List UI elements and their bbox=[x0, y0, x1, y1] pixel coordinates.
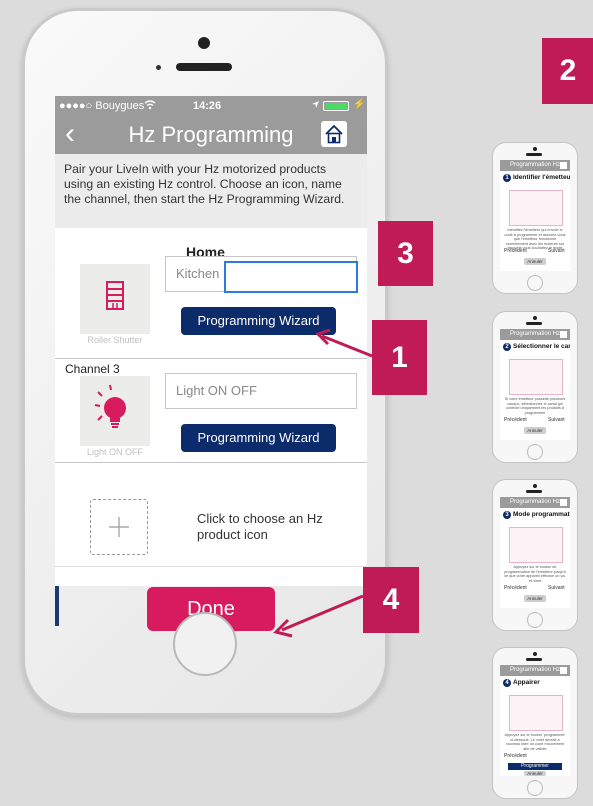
mini-heading-text: Identifier l'émetteur bbox=[513, 174, 570, 181]
mini-home-icon bbox=[560, 667, 567, 674]
mini-screen: Programmation Hz3Mode programmationAppuy… bbox=[500, 497, 570, 608]
mini-action-button[interactable]: Annuler bbox=[524, 258, 546, 265]
mini-phone-step-4: Programmation Hz 4 Appairer Appuyez sur le … bbox=[492, 647, 578, 799]
mini-illustration bbox=[509, 190, 563, 226]
mini-screen: Programmation Hz 4 Appairer Appuyez sur le … bbox=[500, 665, 570, 776]
arrow-4 bbox=[281, 594, 364, 632]
mini-description: Si votre émetteur possède plusieurs cana… bbox=[504, 397, 566, 415]
mini-action-button[interactable]: Programmer bbox=[508, 763, 562, 770]
mini-speaker bbox=[526, 490, 542, 493]
mini-screen: Programmation Hz 1 Identifier l'émetteur Id… bbox=[500, 160, 570, 271]
mini-prev[interactable]: Précédent bbox=[504, 417, 527, 423]
arrow-1 bbox=[321, 334, 373, 358]
mini-phone-step-1: Programmation Hz 1 Identifier l'émetteur Id… bbox=[492, 142, 578, 294]
mini-home-icon bbox=[560, 331, 567, 338]
mini-illustration bbox=[509, 695, 563, 731]
mini-description: Appuyez sur le bouton 'programmer' ci-de… bbox=[504, 733, 566, 751]
mini-prev[interactable]: Précédent bbox=[504, 753, 527, 759]
mini-home-button bbox=[527, 275, 543, 291]
mini-step-heading: 2Sélectionner le canal bbox=[503, 343, 570, 351]
mini-next[interactable]: Suivant bbox=[548, 417, 565, 423]
mini-step-number: 3 bbox=[503, 511, 511, 519]
mini-camera bbox=[533, 484, 537, 488]
mini-step-heading: 3Mode programmation bbox=[503, 511, 570, 519]
mini-home-button bbox=[527, 444, 543, 460]
mini-speaker bbox=[526, 322, 542, 325]
mini-description: Appuyez sur le bouton de programmation d… bbox=[504, 565, 566, 583]
mini-illustration bbox=[509, 527, 563, 563]
mini-prev[interactable]: Précédent bbox=[504, 585, 527, 591]
mini-step-number: 4 bbox=[503, 679, 511, 687]
mini-camera bbox=[533, 147, 537, 151]
mini-home-button bbox=[527, 612, 543, 628]
mini-prev[interactable]: Précédent bbox=[504, 248, 527, 254]
mini-speaker bbox=[526, 658, 542, 661]
mini-heading-text: Appairer bbox=[513, 679, 540, 686]
mini-camera bbox=[533, 316, 537, 320]
mini-speaker bbox=[526, 153, 542, 156]
mini-heading-text: Mode programmation bbox=[513, 511, 570, 518]
mini-screen: Programmation Hz2Sélectionner le canalSi… bbox=[500, 329, 570, 440]
mini-step-number: 2 bbox=[503, 343, 511, 351]
mini-home-button bbox=[527, 780, 543, 796]
mini-next[interactable]: Suivant bbox=[548, 248, 565, 254]
mini-phone-step-2: Programmation Hz2Sélectionner le canalSi… bbox=[492, 311, 578, 463]
mini-illustration bbox=[509, 359, 563, 395]
mini-home-icon bbox=[560, 499, 567, 506]
mini-next[interactable]: Suivant bbox=[548, 585, 565, 591]
mini-step-number: 1 bbox=[503, 174, 511, 182]
mini-step-heading: 1 Identifier l'émetteur bbox=[503, 174, 570, 182]
mini-phone-step-3: Programmation Hz3Mode programmationAppuy… bbox=[492, 479, 578, 631]
mini-action-button[interactable]: Annuler bbox=[524, 595, 546, 602]
mini-heading-text: Sélectionner le canal bbox=[513, 343, 570, 350]
mini-step-heading: 4 Appairer bbox=[503, 679, 569, 687]
mini-cancel-button[interactable]: Annuler bbox=[524, 771, 546, 776]
mini-home-icon bbox=[560, 162, 567, 169]
mini-action-button[interactable]: Annuler bbox=[524, 427, 546, 434]
mini-camera bbox=[533, 652, 537, 656]
